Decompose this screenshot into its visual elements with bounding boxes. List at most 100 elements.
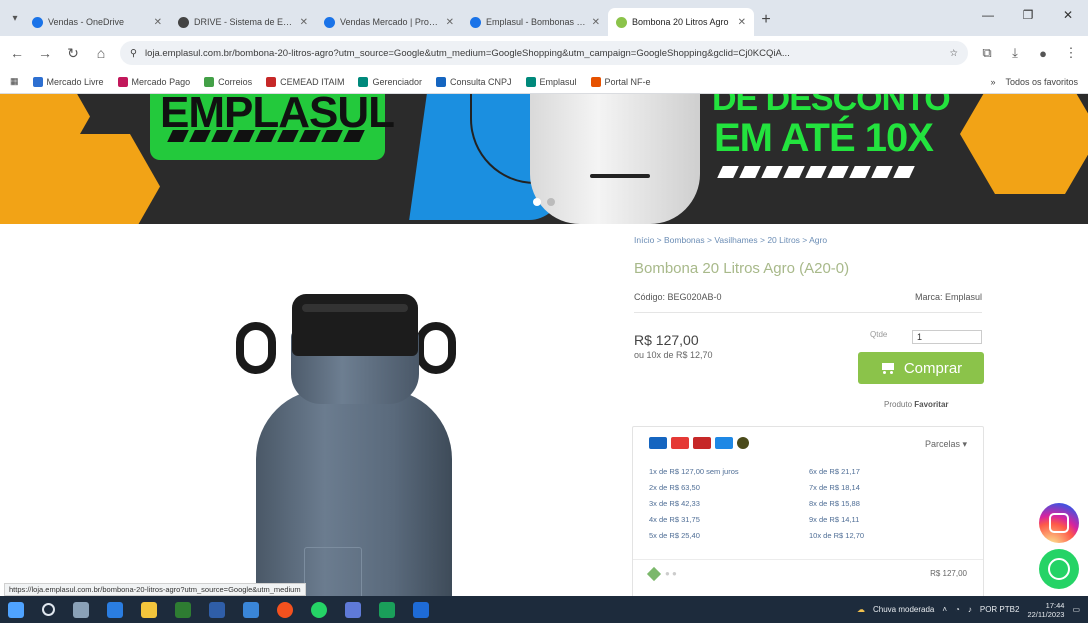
browser-tab[interactable]: Vendas - OneDrive ✕ bbox=[24, 8, 170, 36]
bookmark-label: Emplasul bbox=[539, 76, 577, 87]
clock-date: 22/11/2023 bbox=[1027, 609, 1065, 619]
menu-icon[interactable]: ⋮ bbox=[1062, 45, 1080, 61]
home-icon[interactable]: ⌂ bbox=[92, 45, 110, 61]
cart-icon bbox=[880, 362, 896, 374]
weather-icon[interactable]: ☁ bbox=[857, 605, 865, 614]
download-icon[interactable]: ⤓ bbox=[1006, 45, 1024, 61]
promo-banner[interactable]: EMPLASUL DE DESCONTO EM ATÉ 10X bbox=[0, 94, 1088, 224]
excel-icon[interactable] bbox=[175, 601, 191, 618]
tab-favicon-icon bbox=[324, 16, 335, 28]
bookmark-item[interactable]: Correios bbox=[204, 76, 253, 87]
installment-option: 5x de R$ 25,40 bbox=[649, 531, 700, 540]
close-tab-icon[interactable]: ✕ bbox=[446, 17, 454, 28]
status-bar-url: https://loja.emplasul.com.br/bombona-20-… bbox=[4, 583, 306, 596]
close-tab-icon[interactable]: ✕ bbox=[300, 17, 308, 28]
forward-icon[interactable]: → bbox=[36, 45, 54, 61]
clock[interactable]: 17:44 22/11/2023 bbox=[1027, 601, 1064, 619]
mail-icon[interactable] bbox=[209, 601, 225, 618]
app-icon[interactable] bbox=[345, 601, 361, 618]
quantity-label: Qtde bbox=[870, 330, 888, 339]
back-icon[interactable]: ← bbox=[8, 45, 26, 61]
favorite-link[interactable]: Produto Favoritar bbox=[884, 400, 949, 409]
bookmark-item[interactable]: Consulta CNPJ bbox=[435, 76, 512, 87]
all-bookmarks-link[interactable]: Todos os favoritos bbox=[1005, 77, 1078, 87]
address-bar[interactable]: ⚲ loja.emplasul.com.br/bombona-20-litros… bbox=[120, 41, 968, 65]
reload-icon[interactable]: ↻ bbox=[64, 45, 82, 62]
search-icon[interactable] bbox=[42, 603, 55, 616]
close-tab-icon[interactable]: ✕ bbox=[592, 17, 600, 28]
app-icon[interactable] bbox=[243, 601, 259, 618]
quantity-input[interactable]: 1 bbox=[912, 330, 982, 344]
buy-button[interactable]: Comprar bbox=[858, 352, 984, 384]
weather-label[interactable]: Chuva moderada bbox=[873, 605, 934, 614]
page-viewport: EMPLASUL DE DESCONTO EM ATÉ 10X Início >… bbox=[0, 94, 1088, 596]
tray-chevron-icon[interactable]: ˄ bbox=[942, 605, 947, 614]
maximize-button[interactable]: ❐ bbox=[1008, 0, 1048, 30]
whatsapp-taskbar-icon[interactable] bbox=[311, 601, 327, 618]
instagram-icon[interactable] bbox=[1039, 503, 1079, 543]
start-icon[interactable] bbox=[8, 601, 24, 618]
breadcrumb[interactable]: Início > Bombonas > Vasilhames > 20 Litr… bbox=[634, 235, 827, 245]
whatsapp-icon[interactable] bbox=[1039, 549, 1079, 589]
payment-dots: ● ● bbox=[665, 569, 677, 578]
more-bookmarks-icon[interactable]: » bbox=[990, 77, 995, 87]
bookmark-favicon-icon bbox=[590, 76, 601, 87]
minimize-button[interactable]: — bbox=[968, 0, 1008, 30]
bookmark-label: Correios bbox=[218, 76, 253, 87]
divider bbox=[633, 559, 983, 560]
carousel-dots[interactable] bbox=[533, 198, 555, 206]
installment-option: 7x de R$ 18,14 bbox=[809, 483, 860, 492]
bookmark-star-icon[interactable]: ☆ bbox=[949, 48, 958, 59]
card-icon bbox=[693, 437, 711, 449]
close-window-button[interactable]: ✕ bbox=[1048, 0, 1088, 30]
bookmark-item[interactable]: Mercado Livre bbox=[32, 76, 104, 87]
browser-tab[interactable]: DRIVE - Sistema de Emplasul ✕ bbox=[170, 8, 316, 36]
app-icon[interactable] bbox=[379, 601, 395, 618]
site-info-icon[interactable]: ⚲ bbox=[130, 48, 137, 59]
tab-search-icon[interactable]: ▾ bbox=[8, 8, 22, 28]
new-tab-button[interactable]: + bbox=[754, 8, 778, 32]
url-text[interactable]: loja.emplasul.com.br/bombona-20-litros-a… bbox=[145, 48, 942, 59]
profile-icon[interactable]: ● bbox=[1034, 46, 1052, 61]
installment-option: 1x de R$ 127,00 sem juros bbox=[649, 467, 739, 476]
bookmark-label: Portal NF-e bbox=[604, 76, 651, 87]
tab-strip: ▾ Vendas - OneDrive ✕ DRIVE - Sistema de E… bbox=[0, 0, 1088, 36]
notification-icon[interactable]: ▭ bbox=[1072, 605, 1080, 614]
bookmark-item[interactable]: Emplasul bbox=[525, 76, 577, 87]
browser-tab[interactable]: Vendas Mercado | Produtos ✕ bbox=[316, 8, 462, 36]
bookmark-item[interactable]: Mercado Pago bbox=[117, 76, 191, 87]
chrome-icon[interactable] bbox=[277, 601, 293, 618]
volume-icon[interactable]: ♪ bbox=[968, 605, 972, 614]
product-brand[interactable]: Marca: Emplasul bbox=[915, 292, 982, 302]
close-tab-icon[interactable]: ✕ bbox=[154, 17, 162, 28]
bookmark-label: Mercado Pago bbox=[131, 76, 191, 87]
extensions-icon[interactable]: ⧉ bbox=[978, 45, 996, 61]
jug-handle-right bbox=[416, 322, 456, 374]
carousel-dot[interactable] bbox=[533, 198, 541, 206]
lang-label[interactable]: POR PTB2 bbox=[980, 605, 1020, 614]
task-view-icon[interactable] bbox=[73, 601, 89, 618]
browser-tab[interactable]: Emplasul - Bombonas plas ✕ bbox=[462, 8, 608, 36]
bookmark-item[interactable]: CEMEAD ITAIM bbox=[266, 76, 344, 87]
browser-tab[interactable]: Bombona 20 Litros Agro ✕ bbox=[608, 8, 754, 36]
wifi-icon[interactable]: ◔ bbox=[955, 605, 960, 614]
edge-icon[interactable] bbox=[107, 601, 123, 618]
product-meta: Código: BEG020AB-0 Marca: Emplasul bbox=[634, 292, 982, 302]
apps-icon[interactable]: ▦ bbox=[10, 76, 19, 87]
close-tab-icon[interactable]: ✕ bbox=[738, 17, 746, 28]
favorite-prefix: Produto bbox=[884, 400, 913, 409]
bookmark-item[interactable]: Portal NF-e bbox=[590, 76, 651, 87]
banner-promo-line2: EM ATÉ 10X bbox=[714, 116, 934, 160]
favorite-label[interactable]: Favoritar bbox=[914, 400, 948, 409]
installment-option: 3x de R$ 42,33 bbox=[649, 499, 700, 508]
boleto-price: R$ 127,00 bbox=[930, 569, 967, 578]
file-explorer-icon[interactable] bbox=[141, 601, 157, 618]
product-image[interactable] bbox=[236, 294, 476, 596]
app-icon[interactable] bbox=[413, 601, 429, 618]
bookmark-item[interactable]: Gerenciador bbox=[358, 76, 422, 87]
payment-brands bbox=[649, 437, 749, 449]
jug-cap bbox=[292, 294, 418, 356]
installments-toggle[interactable]: Parcelas ▾ bbox=[925, 439, 967, 450]
carousel-dot[interactable] bbox=[547, 198, 555, 206]
stripe-decoration bbox=[717, 166, 915, 178]
